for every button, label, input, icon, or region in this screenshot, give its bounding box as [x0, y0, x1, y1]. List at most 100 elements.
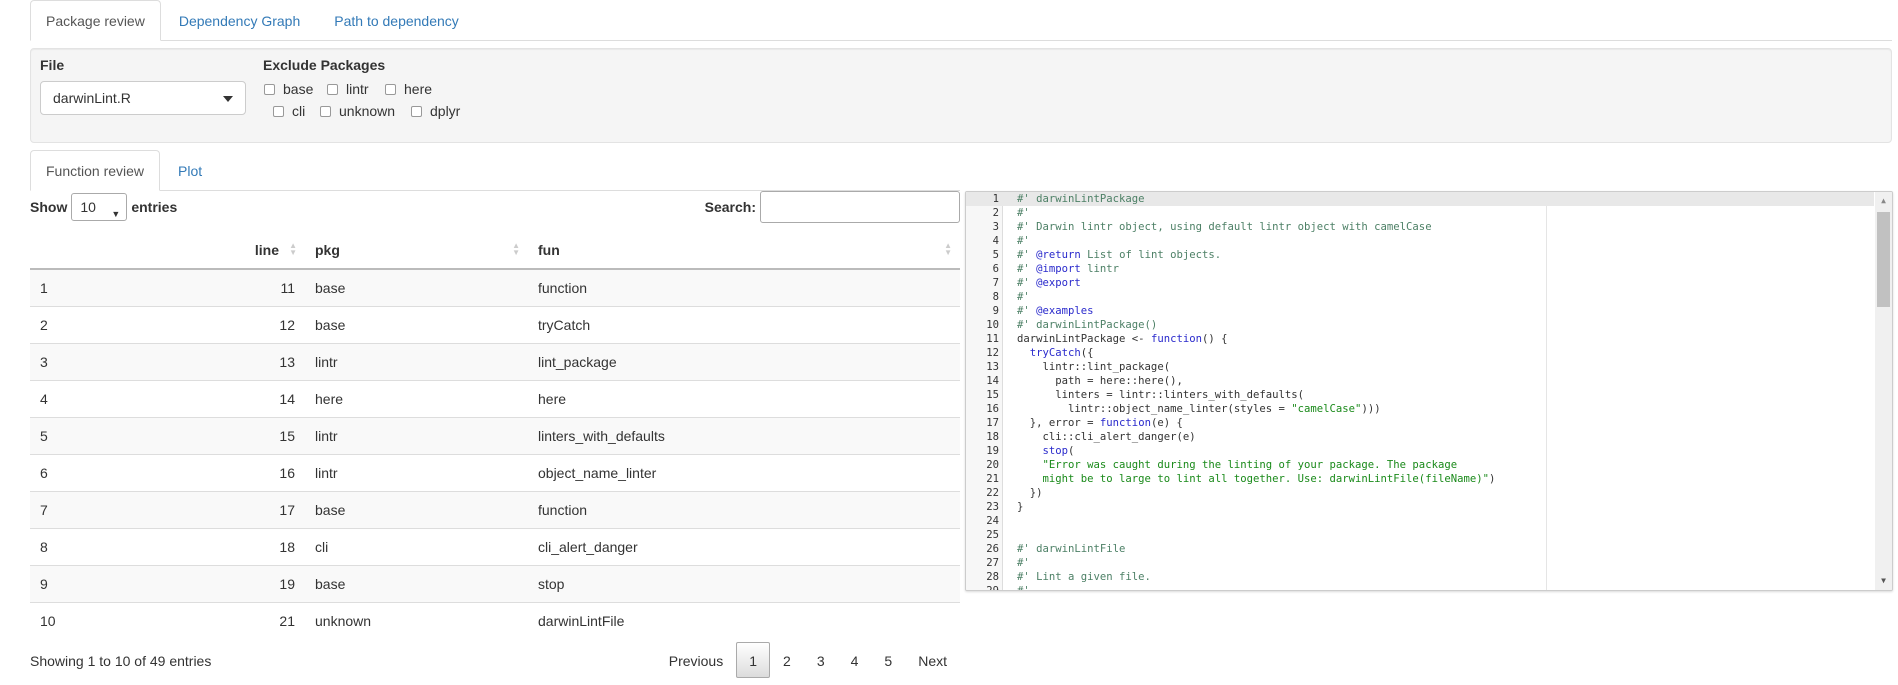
table-row[interactable]: 2 12 base tryCatch — [30, 305, 960, 343]
checkbox-here[interactable]: here — [385, 81, 432, 97]
code-token: #' — [1017, 557, 1030, 569]
page-button-2[interactable]: 2 — [770, 642, 804, 678]
checkbox-label: cli — [292, 103, 306, 119]
tab-function-review[interactable]: Function review — [30, 150, 161, 191]
checkbox-box[interactable] — [264, 83, 275, 95]
page-button-3[interactable]: 3 — [804, 642, 838, 678]
table-row[interactable]: 1 11 base function — [30, 268, 960, 306]
checkbox-unknown[interactable]: unknown — [320, 103, 395, 119]
line-number: 18 — [986, 431, 999, 443]
page-button-4[interactable]: 4 — [838, 642, 872, 678]
search-label: Search: — [704, 199, 756, 215]
code-token: #' darwinLintPackage() — [1017, 319, 1158, 331]
checkbox-label: unknown — [339, 103, 396, 119]
code-token: #' — [1017, 207, 1030, 219]
table-row[interactable]: 3 13 lintr lint_package — [30, 342, 960, 380]
file-select-value: darwinLint.R — [53, 90, 131, 106]
column-header-index — [30, 231, 238, 270]
page-length-value: 10 — [80, 199, 96, 215]
code-token: @examples — [1036, 305, 1094, 317]
page-length-select[interactable]: 10 ▼ — [71, 193, 128, 221]
column-header-line[interactable]: line ▲ ▼ — [238, 231, 305, 270]
checkbox-dplyr[interactable]: dplyr — [411, 103, 460, 119]
table-row[interactable]: 4 14 here here — [30, 379, 960, 417]
code-editor[interactable]: 1 #' darwinLintPackage 2 #' 3 #' Darwin lintr… — [965, 191, 1893, 591]
code-text: darwinLintPackage <- function() { — [1017, 332, 1227, 346]
code-line: 28 #' Lint a given file. — [966, 570, 1874, 584]
code-text: path = here::here(), — [1017, 374, 1183, 388]
page-length-control: Show 10 ▼ entries — [30, 193, 177, 221]
code-token: tryCatch — [1029, 347, 1081, 359]
search-input[interactable] — [760, 191, 960, 223]
page-button-1[interactable]: 1 — [736, 642, 771, 678]
table-row[interactable]: 10 21 unknown darwinLintFile — [30, 601, 960, 639]
checkbox-box[interactable] — [385, 83, 396, 95]
table-row[interactable]: 5 15 lintr linters_with_defaults — [30, 416, 960, 454]
cell-index: 10 — [30, 601, 238, 639]
code-token: @export — [1036, 277, 1081, 289]
previous-page-button[interactable]: Previous — [656, 642, 736, 678]
line-number: 2 — [992, 207, 999, 219]
line-number: 28 — [986, 571, 999, 583]
scrollbar-thumb[interactable] — [1877, 212, 1890, 307]
code-line: 29 #' — [966, 584, 1874, 590]
pagination: Previous 1 2 3 4 5 Next — [656, 642, 960, 678]
code-line: 6 #' @import lintr — [966, 262, 1874, 276]
scroll-down-arrow-icon[interactable]: ▼ — [1875, 574, 1892, 588]
tab-plot[interactable]: Plot — [162, 150, 218, 191]
cell-fun: darwinLintFile — [528, 601, 960, 639]
code-line: 9 #' @examples — [966, 304, 1874, 318]
table-row[interactable]: 9 19 base stop — [30, 564, 960, 602]
entries-label: entries — [131, 199, 178, 215]
code-line: 25 — [966, 528, 1874, 542]
checkbox-label: base — [283, 81, 314, 97]
code-text: #' @return List of lint objects. — [1017, 248, 1221, 262]
code-text: #' — [1017, 584, 1030, 590]
filter-panel: File darwinLint.R Exclude Packages base … — [30, 48, 1892, 143]
code-line: 16 lintr::object_name_linter(styles = "c… — [966, 402, 1874, 416]
checkbox-base[interactable]: base — [264, 81, 313, 97]
table-row[interactable]: 7 17 base function — [30, 490, 960, 528]
column-header-label: fun — [538, 241, 560, 258]
code-text: }, error = function(e) { — [1017, 416, 1183, 430]
column-header-fun[interactable]: fun ▲ ▼ — [528, 231, 960, 270]
tab-dependency-graph[interactable]: Dependency Graph — [163, 0, 316, 41]
code-token: #' — [1017, 277, 1037, 289]
checkbox-box[interactable] — [320, 105, 331, 117]
column-header-pkg[interactable]: pkg ▲ ▼ — [305, 231, 528, 270]
line-number: 22 — [986, 487, 999, 499]
code-text: #' darwinLintPackage — [1017, 192, 1145, 206]
checkbox-label: here — [404, 81, 433, 97]
table-row[interactable]: 6 16 lintr object_name_linter — [30, 453, 960, 491]
code-text: }) — [1017, 486, 1043, 500]
checkbox-cli[interactable]: cli — [273, 103, 305, 119]
cell-pkg: lintr — [305, 416, 528, 454]
file-select[interactable]: darwinLint.R — [40, 81, 246, 115]
code-line: 7 #' @export — [966, 276, 1874, 290]
line-number: 24 — [986, 515, 999, 527]
editor-scrollbar[interactable]: ▲ ▼ — [1875, 192, 1892, 590]
code-token: function — [1150, 333, 1202, 345]
code-content[interactable]: 1 #' darwinLintPackage 2 #' 3 #' Darwin lintr… — [966, 192, 1874, 590]
next-page-button[interactable]: Next — [905, 642, 960, 678]
page-button-5[interactable]: 5 — [871, 642, 905, 678]
table-row[interactable]: 8 18 cli cli_alert_danger — [30, 527, 960, 565]
cell-index: 4 — [30, 379, 238, 417]
tab-path-to-dependency[interactable]: Path to dependency — [318, 0, 475, 41]
cell-index: 8 — [30, 527, 238, 565]
code-token: @return — [1036, 249, 1081, 261]
checkbox-box[interactable] — [327, 83, 338, 95]
code-text: "Error was caught during the linting of … — [1017, 458, 1458, 472]
cell-fun: stop — [528, 564, 960, 602]
table-header-row: line ▲ ▼ pkg ▲ ▼ fun ▲ ▼ — [30, 231, 960, 270]
code-line: 15 linters = lintr::linters_with_default… — [966, 388, 1874, 402]
checkbox-box[interactable] — [273, 105, 284, 117]
code-text: #' — [1017, 556, 1030, 570]
cell-fun: function — [528, 268, 960, 306]
tab-package-review[interactable]: Package review — [30, 0, 161, 41]
cell-fun: cli_alert_danger — [528, 527, 960, 565]
scroll-up-arrow-icon[interactable]: ▲ — [1875, 194, 1892, 208]
checkbox-lintr[interactable]: lintr — [327, 81, 369, 97]
checkbox-box[interactable] — [411, 105, 422, 117]
